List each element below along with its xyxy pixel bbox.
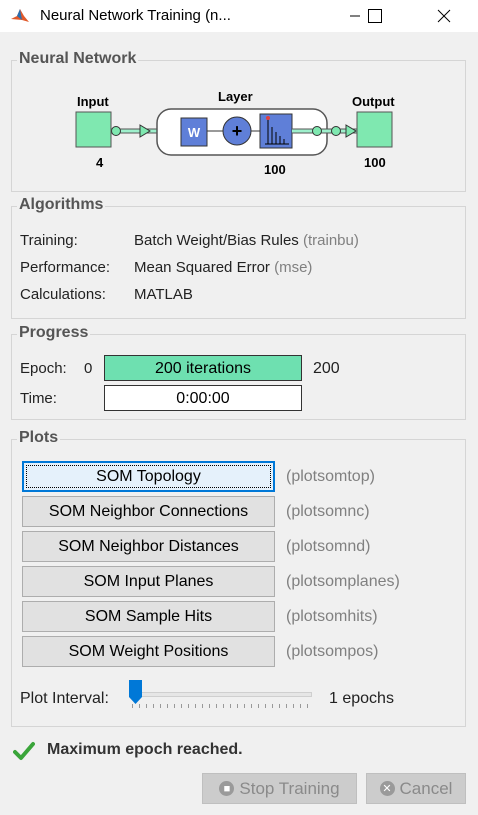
network-diagram: Input 4 Layer W + 100 Output 100 bbox=[75, 89, 395, 177]
slider-thumb[interactable] bbox=[129, 680, 142, 704]
epoch-progress-bar: 200 iterations bbox=[104, 355, 302, 381]
som-neighbor-connections-button[interactable]: SOM Neighbor Connections bbox=[22, 496, 275, 527]
sum-symbol: + bbox=[232, 121, 243, 141]
maximize-icon bbox=[368, 9, 382, 23]
maximize-button[interactable] bbox=[352, 0, 398, 32]
epoch-end: 200 bbox=[313, 360, 340, 377]
plots-title: Plots bbox=[17, 429, 61, 447]
stop-training-button[interactable]: ■ Stop Training bbox=[202, 773, 357, 804]
calculations-value: MATLAB bbox=[134, 286, 193, 303]
cancel-button[interactable]: ✕ Cancel bbox=[366, 773, 466, 804]
arrow-icon bbox=[345, 124, 357, 138]
time-display: 0:00:00 bbox=[104, 385, 302, 411]
algorithms-title: Algorithms bbox=[17, 196, 106, 214]
training-label: Training: bbox=[20, 232, 78, 249]
connector-dot bbox=[312, 126, 322, 136]
calculations-label: Calculations: bbox=[20, 286, 106, 303]
checkmark-icon bbox=[13, 742, 35, 760]
som-topology-fn: (plotsomtop) bbox=[286, 468, 375, 485]
epoch-label: Epoch: bbox=[20, 360, 67, 377]
training-value: Batch Weight/Bias Rules (trainbu) bbox=[134, 232, 359, 249]
layer-size: 100 bbox=[264, 162, 286, 177]
layer-label: Layer bbox=[218, 89, 253, 104]
cancel-icon: ✕ bbox=[379, 781, 395, 796]
output-label: Output bbox=[352, 94, 395, 109]
matlab-logo-icon bbox=[11, 9, 29, 22]
window-title: Neural Network Training (n... bbox=[40, 7, 231, 24]
title-bar: Neural Network Training (n... bbox=[0, 0, 478, 32]
close-button[interactable] bbox=[421, 0, 467, 32]
neural-network-panel: Neural Network Input 4 Layer W + 100 Out… bbox=[11, 50, 466, 192]
status-message: Maximum epoch reached. bbox=[47, 741, 243, 758]
plot-interval-label: Plot Interval: bbox=[20, 690, 109, 707]
progress-panel: Progress Epoch: 0 200 iterations 200 Tim… bbox=[11, 324, 466, 420]
epoch-start: 0 bbox=[84, 360, 93, 377]
progress-title: Progress bbox=[17, 324, 91, 342]
arrow-icon bbox=[139, 124, 151, 138]
som-weight-positions-button[interactable]: SOM Weight Positions bbox=[22, 636, 275, 667]
som-neighbor-connections-fn: (plotsomnc) bbox=[286, 503, 370, 520]
performance-label: Performance: bbox=[20, 259, 111, 276]
plots-panel: Plots SOM Topology (plotsomtop) SOM Neig… bbox=[11, 429, 466, 727]
plot-interval-value: 1 epochs bbox=[329, 690, 394, 707]
som-weight-positions-fn: (plotsompos) bbox=[286, 643, 379, 660]
stop-icon: ■ bbox=[219, 781, 235, 796]
som-sample-hits-fn: (plotsomhits) bbox=[286, 608, 378, 625]
input-node bbox=[75, 111, 112, 148]
output-size: 100 bbox=[364, 155, 386, 170]
connector-dot bbox=[331, 126, 341, 136]
plot-interval-slider[interactable] bbox=[128, 678, 316, 712]
som-input-planes-button[interactable]: SOM Input Planes bbox=[22, 566, 275, 597]
close-icon bbox=[437, 9, 451, 23]
time-value: 0:00:00 bbox=[176, 390, 230, 407]
som-neighbor-distances-fn: (plotsomnd) bbox=[286, 538, 371, 555]
weight-symbol: W bbox=[188, 125, 201, 140]
input-label: Input bbox=[77, 94, 109, 109]
som-neighbor-distances-button[interactable]: SOM Neighbor Distances bbox=[22, 531, 275, 562]
algorithms-panel: Algorithms Training: Batch Weight/Bias R… bbox=[11, 196, 466, 319]
som-input-planes-fn: (plotsomplanes) bbox=[286, 573, 400, 590]
input-size: 4 bbox=[96, 155, 104, 170]
connector-dot bbox=[111, 126, 121, 136]
output-node bbox=[356, 111, 393, 148]
performance-value: Mean Squared Error (mse) bbox=[134, 259, 313, 276]
slider-track bbox=[136, 692, 312, 697]
som-topology-button[interactable]: SOM Topology bbox=[22, 461, 275, 492]
time-label: Time: bbox=[20, 390, 57, 407]
som-sample-hits-button[interactable]: SOM Sample Hits bbox=[22, 601, 275, 632]
epoch-progress-text: 200 iterations bbox=[154, 360, 252, 377]
slider-ticks bbox=[132, 704, 312, 708]
